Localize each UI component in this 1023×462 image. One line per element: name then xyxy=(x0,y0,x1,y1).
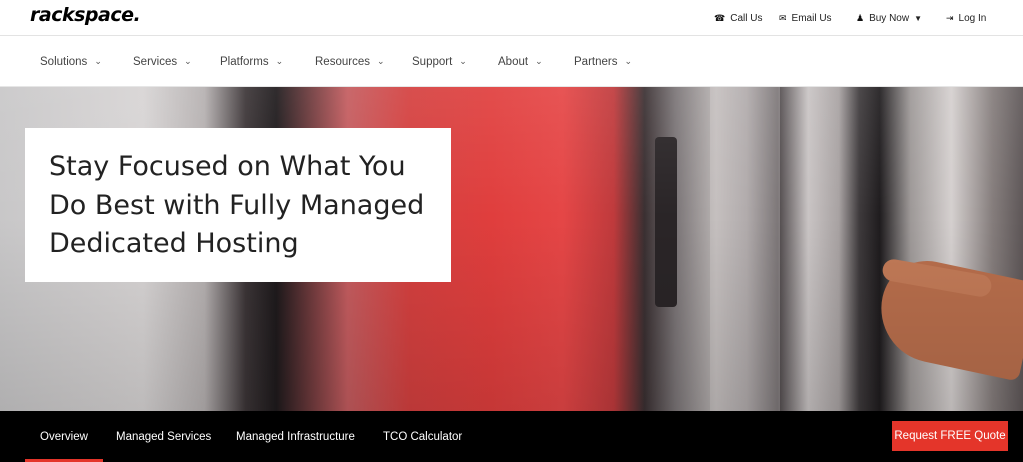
nav-item-label: Support xyxy=(412,55,453,68)
nav-item-label: Resources xyxy=(315,55,370,68)
user-plus-icon: ♟ xyxy=(856,12,865,23)
hero-title-line: Stay Focused on What You xyxy=(49,151,406,182)
sign-in-icon: ⇥ xyxy=(946,12,954,23)
hero-title-line: Do Best with Fully Managed xyxy=(49,189,425,221)
hero-title-line: Dedicated Hosting xyxy=(49,228,299,259)
call-us-label: Call Us xyxy=(730,12,763,24)
nav-item-label: Services xyxy=(133,55,178,68)
nav-item-label: Platforms xyxy=(220,55,269,68)
chevron-down-icon: ⌄ xyxy=(624,56,633,66)
log-in-link[interactable]: ⇥ Log In xyxy=(946,0,986,36)
rackspace-logo[interactable]: rackspace. xyxy=(30,4,141,26)
nav-item-about[interactable]: About ⌄ xyxy=(498,36,543,87)
chevron-down-icon: ⌄ xyxy=(275,56,284,66)
buy-now-label: Buy Now xyxy=(869,12,910,24)
subnav-tab-managed-infrastructure[interactable]: Managed Infrastructure xyxy=(236,411,355,462)
chevron-down-icon: ⌄ xyxy=(459,56,467,66)
nav-item-partners[interactable]: Partners ⌄ xyxy=(574,36,632,87)
chevron-down-icon: ⌄ xyxy=(535,56,543,66)
phone-icon: ☎ xyxy=(714,12,726,23)
nav-item-label: Solutions xyxy=(40,55,88,68)
subnav-tab-overview[interactable]: Overview xyxy=(25,411,103,462)
chevron-down-icon: ⌄ xyxy=(376,56,385,66)
email-us-link[interactable]: ✉ Email Us xyxy=(779,0,832,36)
chevron-down-icon: ⌄ xyxy=(94,56,102,66)
nav-item-support[interactable]: Support ⌄ xyxy=(412,36,467,87)
call-us-link[interactable]: ☎ Call Us xyxy=(714,0,762,36)
request-quote-button[interactable]: Request FREE Quote xyxy=(892,421,1008,451)
nav-item-label: Partners xyxy=(574,55,618,68)
envelope-icon: ✉ xyxy=(779,12,787,23)
caret-down-icon: ▼ xyxy=(914,13,923,23)
subnav-tab-tco-calculator[interactable]: TCO Calculator xyxy=(383,411,462,462)
nav-item-solutions[interactable]: Solutions ⌄ xyxy=(40,36,102,87)
page-subnav: Overview Managed Services Managed Infras… xyxy=(0,411,1023,462)
nav-item-resources[interactable]: Resources ⌄ xyxy=(315,36,385,87)
nav-item-platforms[interactable]: Platforms ⌄ xyxy=(220,36,283,87)
hero-banner: Stay Focused on What You Do Best with Fu… xyxy=(0,87,1023,411)
hero-title: Stay Focused on What You Do Best with Fu… xyxy=(49,148,427,264)
hero-title-box: Stay Focused on What You Do Best with Fu… xyxy=(25,128,451,282)
email-us-label: Email Us xyxy=(791,12,832,24)
subnav-tab-managed-services[interactable]: Managed Services xyxy=(116,411,211,462)
buy-now-dropdown[interactable]: ♟ Buy Now ▼ xyxy=(856,0,922,36)
main-nav: Solutions ⌄ Services ⌄ Platforms ⌄ Resou… xyxy=(0,36,1023,87)
utility-bar: rackspace. ☎ Call Us ✉ Email Us ♟ Buy No… xyxy=(0,0,1023,36)
log-in-label: Log In xyxy=(958,12,987,24)
nav-item-services[interactable]: Services ⌄ xyxy=(133,36,192,87)
nav-item-label: About xyxy=(498,55,529,68)
chevron-down-icon: ⌄ xyxy=(184,56,192,66)
